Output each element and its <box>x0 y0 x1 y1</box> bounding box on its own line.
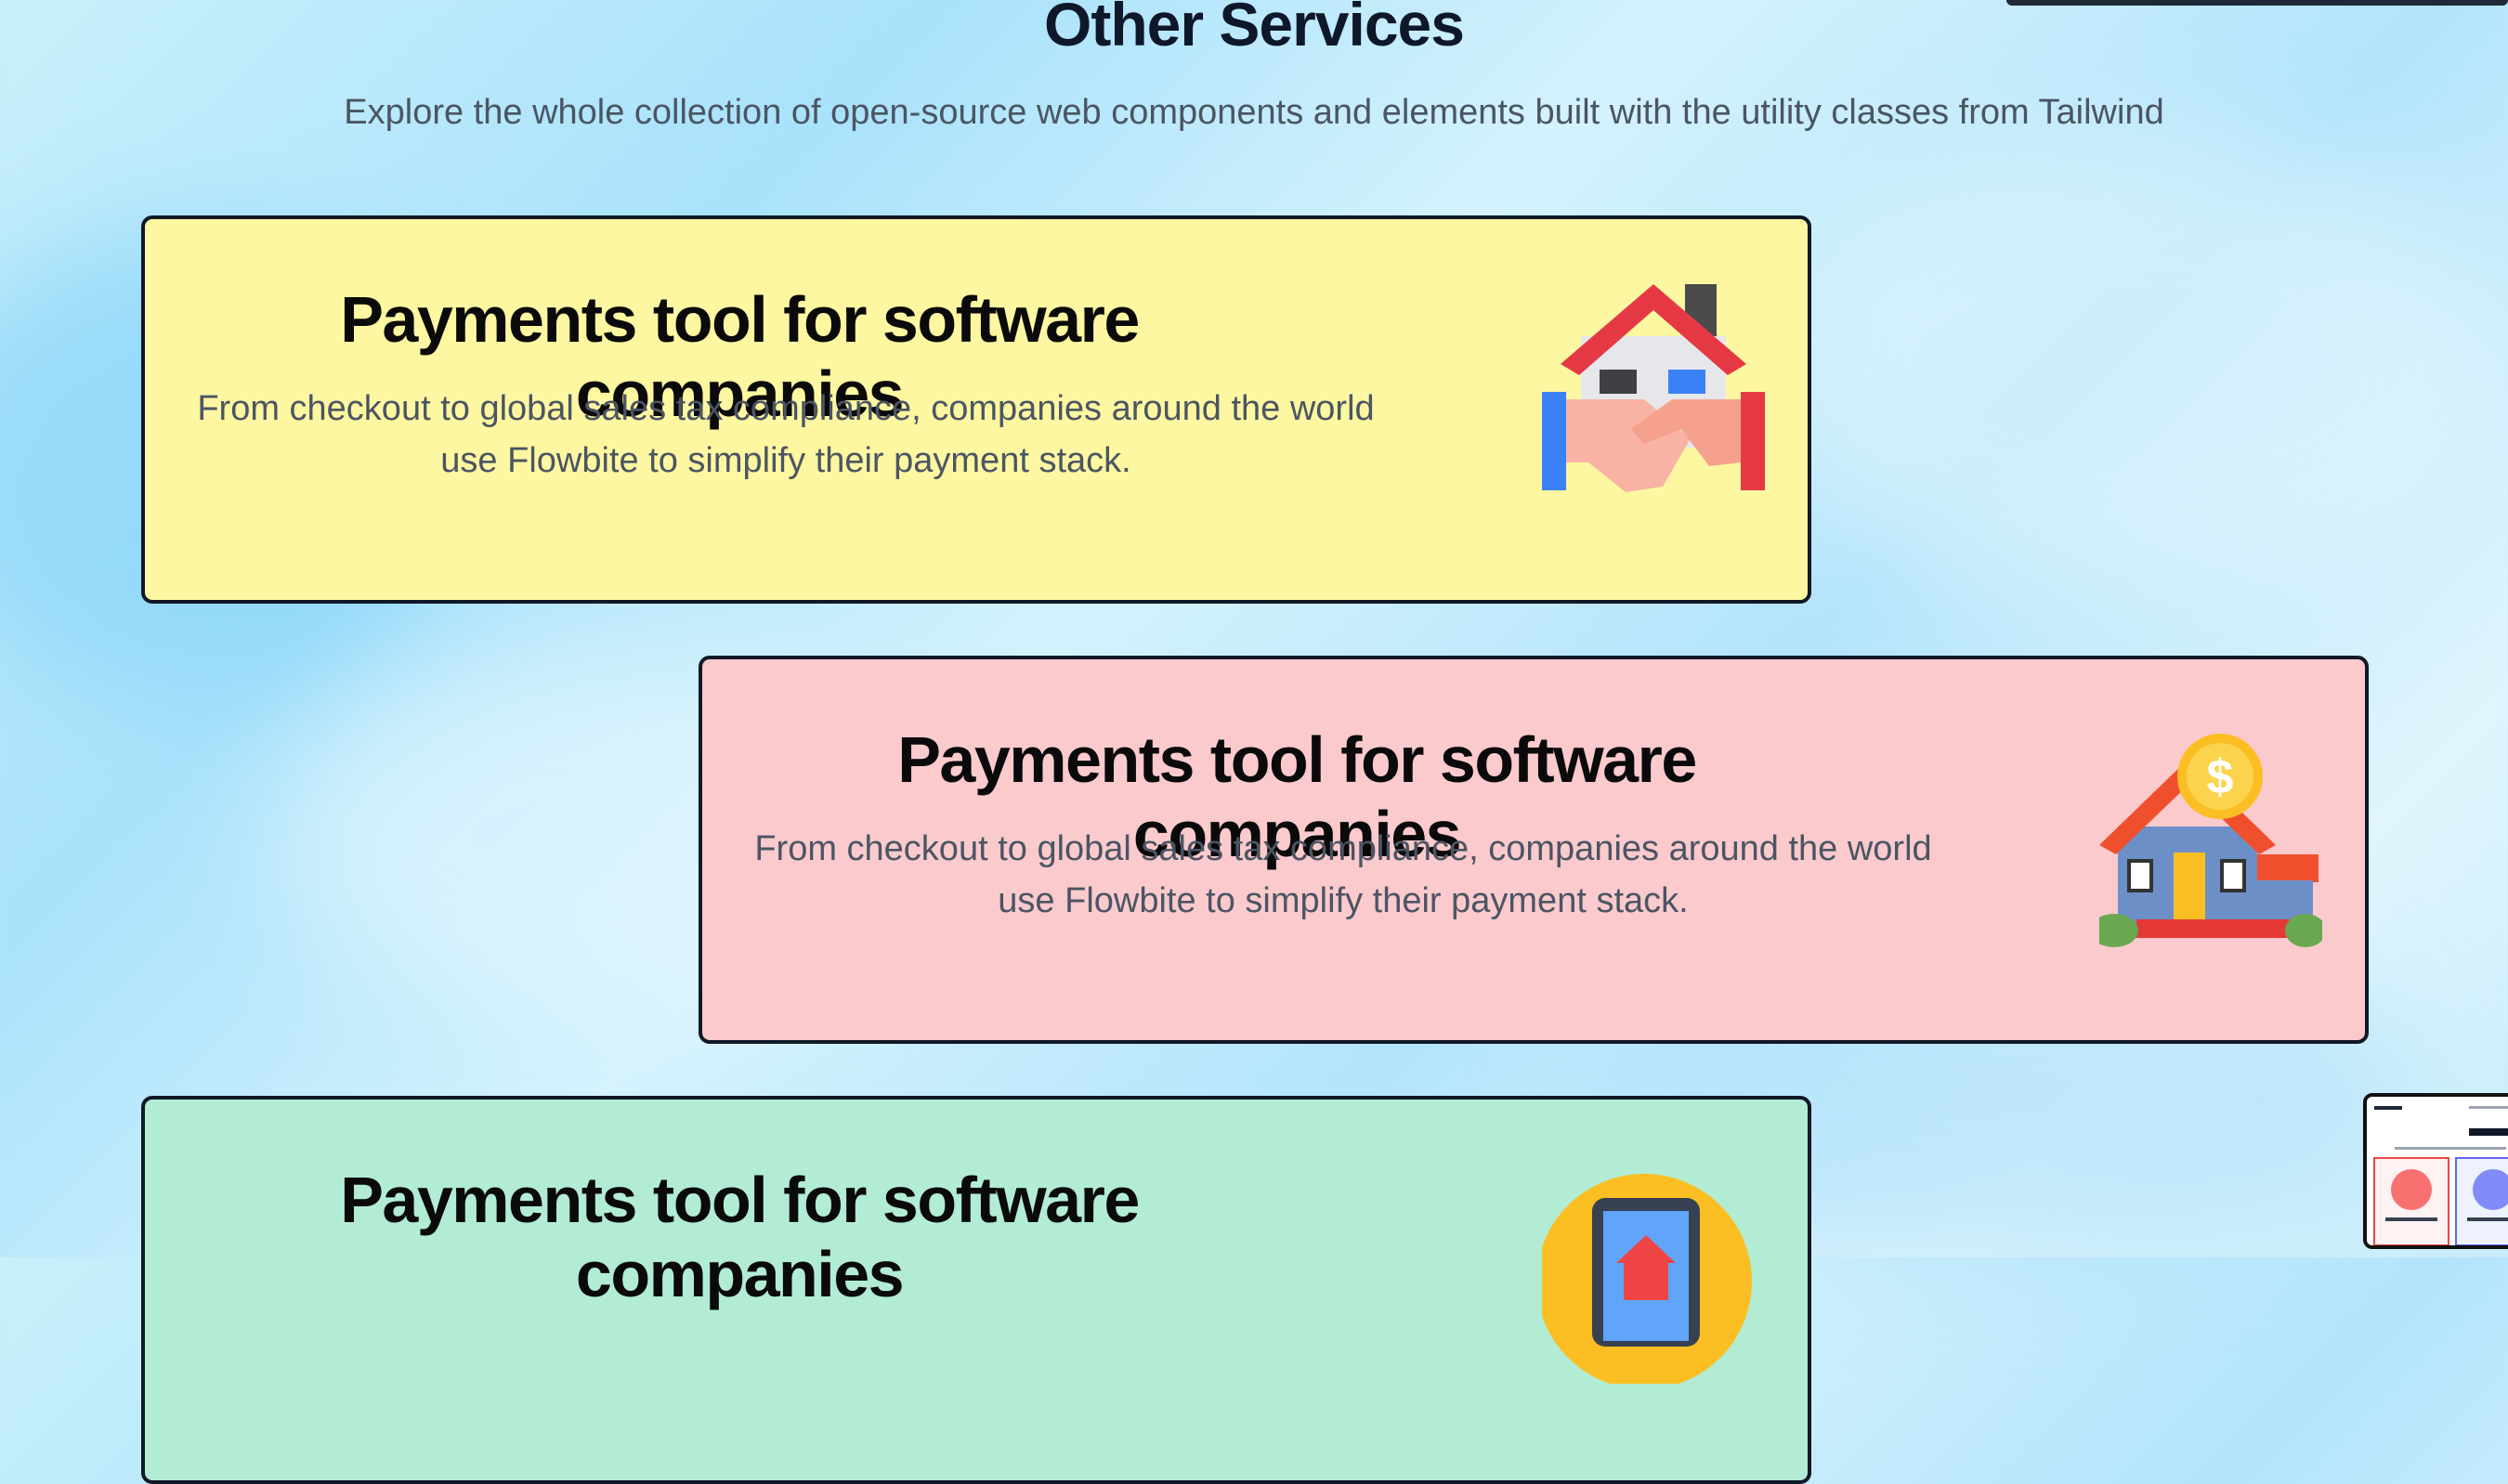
service-card[interactable]: Payments tool for software companies Fro… <box>141 215 1811 604</box>
card-title: Payments tool for software companies <box>340 1164 1140 1310</box>
page-title: Other Services <box>1044 0 1465 59</box>
service-card[interactable]: Payments tool for software companies <box>141 1096 1811 1484</box>
page-preview-thumbnail[interactable] <box>2363 1093 2508 1249</box>
card-description: From checkout to global sales tax compli… <box>197 389 1375 480</box>
svg-text:$: $ <box>2207 750 2234 804</box>
service-card[interactable]: Payments tool for software companies Fro… <box>699 656 2369 1044</box>
background-blob <box>1765 139 2508 604</box>
page-preview-icon <box>2367 1097 2508 1245</box>
house-dollar-icon: $ <box>2099 734 2322 947</box>
card-description: From checkout to global sales tax compli… <box>754 829 1932 920</box>
house-handshake-icon <box>1542 284 1765 492</box>
tablet-house-icon <box>1542 1174 1752 1384</box>
page-subtitle: Explore the whole collection of open-sou… <box>344 93 2164 132</box>
